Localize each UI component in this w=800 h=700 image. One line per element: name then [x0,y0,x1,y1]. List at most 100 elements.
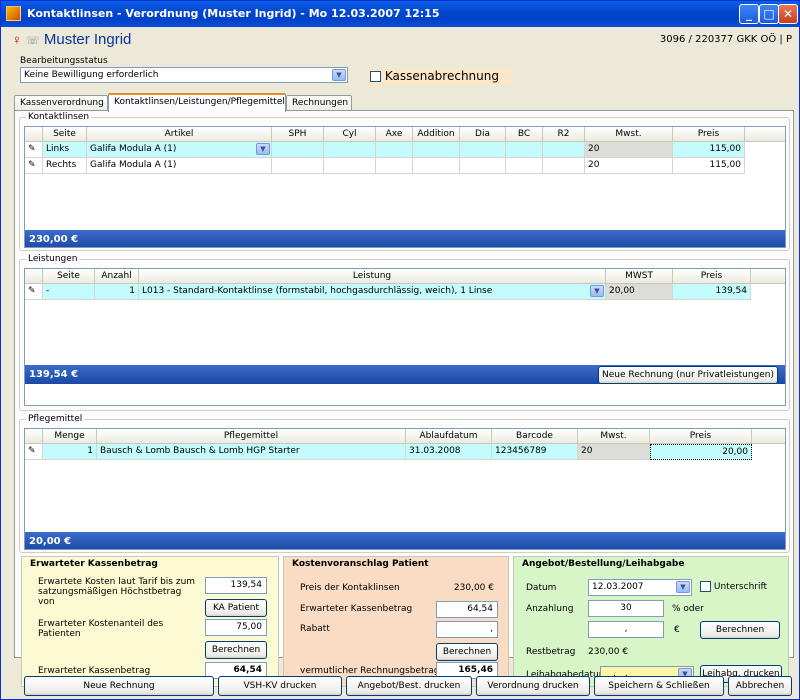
tab-page: Kontaktlinsen Seite Artikel SPH Cyl Axe … [14,110,794,687]
ka-patient-button[interactable]: KA Patient [205,599,267,617]
col-r2[interactable]: R2 [543,127,585,142]
col-preis[interactable]: Preis [650,429,752,444]
kostenanteil-input[interactable]: 75,00 [205,619,267,636]
col-addition[interactable]: Addition [413,127,460,142]
pencil-icon: ✎ [25,284,43,300]
cell-pflegemittel[interactable]: Bausch & Lomb Bausch & Lomb HGP Starter [97,444,406,460]
restbetrag-value: 230,00 € [588,647,629,657]
maximize-button[interactable]: □ [759,4,779,24]
col-seite[interactable]: Seite [43,269,95,284]
col-anzahl[interactable]: Anzahl [95,269,139,284]
col-cyl[interactable]: Cyl [324,127,376,142]
cell-leistung[interactable]: L013 - Standard-Kontaktlinse (formstabil… [139,284,606,300]
female-icon: ♀ [12,32,22,47]
main-window: Kontaktlinsen - Verordnung (Muster Ingri… [0,0,800,700]
cell-anzahl[interactable]: 1 [95,284,139,300]
cell-barcode[interactable]: 123456789 [492,444,578,460]
col-artikel[interactable]: Artikel [87,127,272,142]
col-seite[interactable]: Seite [43,127,87,142]
kostenanteil-label: Erwarteter Kostenanteil des Patienten [38,619,164,639]
pflegemittel-title: Pflegemittel [26,414,85,424]
verordnung-drucken-button[interactable]: Verordnung drucken [476,676,590,696]
chevron-down-icon[interactable]: ▼ [590,285,604,297]
cell-leistung-text: L013 - Standard-Kontaktlinse (formstabil… [142,286,493,296]
angebot-panel: Angebot/Bestellung/Leihabgabe Datum 12.0… [513,556,789,687]
cell-menge[interactable]: 1 [43,444,97,460]
checkbox-box[interactable] [700,581,711,592]
cell-artikel[interactable]: Galifa Modula A (1) [87,158,272,174]
cell-ablaufdatum[interactable]: 31.03.2008 [406,444,492,460]
kv-kassenbetrag-label: Erwarteter Kassenbetrag [300,604,413,614]
cell-preis[interactable]: 115,00 [673,158,745,174]
col-ablaufdatum[interactable]: Ablaufdatum [406,429,492,444]
tarif-input[interactable]: 139,54 [205,577,267,594]
kassenabrechnung-checkbox[interactable]: Kassenabrechnung [368,68,512,85]
preis-kl-label: Preis der Kontaklinsen [300,583,400,593]
datum-picker[interactable]: 12.03.2007 ▼ [588,579,692,596]
close-button[interactable]: ✕ [778,4,798,24]
col-preis[interactable]: Preis [673,127,745,142]
kv-kassenbetrag-input[interactable]: 64,54 [436,601,498,618]
datum-value: 12.03.2007 [592,582,644,592]
minimize-button[interactable]: _ [739,4,759,24]
col-preis[interactable]: Preis [673,269,751,284]
patient-name: Muster Ingrid [43,31,132,48]
angebot-drucken-button[interactable]: Angebot/Best. drucken [346,676,472,696]
anzahlung-input[interactable]: 30 [588,600,664,617]
tab-kontaktlinsen[interactable]: Kontaktlinsen/Leistungen/Pflegemittel [108,93,286,112]
col-bc[interactable]: BC [506,127,543,142]
cell-preis[interactable]: 139,54 [673,284,751,300]
cell-seite[interactable]: - [43,284,95,300]
col-axe[interactable]: Axe [376,127,413,142]
rabatt-input[interactable]: , [436,621,498,638]
phone-icon: ☏ [25,35,40,47]
leistungen-group: Leistungen Seite Anzahl Leistung MWST Pr… [19,254,790,411]
leistungen-title: Leistungen [26,254,80,264]
cell-seite[interactable]: Rechts [43,158,87,174]
col-sph[interactable]: SPH [272,127,324,142]
chevron-down-icon[interactable]: ▼ [256,143,270,155]
col-mwst[interactable]: Mwst. [585,127,673,142]
tab-kassenverordnung[interactable]: Kassenverordnung [14,95,108,111]
vsh-kv-drucken-button[interactable]: VSH-KV drucken [218,676,342,696]
cell-preis[interactable]: 20,00 [650,444,752,460]
rabatt-label: Rabatt [300,624,330,634]
leistungen-grid[interactable]: Seite Anzahl Leistung MWST Preis ✎ - 1 L… [24,268,786,406]
tab-rechnungen[interactable]: Rechnungen [286,95,352,111]
chevron-down-icon[interactable]: ▼ [332,69,346,81]
grid-header: Seite Anzahl Leistung MWST Preis [25,269,785,284]
berechnen-button-1[interactable]: Berechnen [205,641,267,659]
unterschrift-checkbox[interactable]: Unterschrift [700,581,767,592]
kontaktlinsen-title: Kontaktlinsen [26,112,92,122]
abbrechen-button[interactable]: Abbrechen [728,676,792,696]
pflegemittel-total: 20,00 € [25,532,785,549]
berechnen-button-2[interactable]: Berechnen [436,643,498,661]
cell-mwst: 20 [585,142,673,158]
neue-rechnung-button[interactable]: Neue Rechnung [24,676,214,696]
cell-preis[interactable]: 115,00 [673,142,745,158]
checkbox-box[interactable] [370,71,381,82]
restbetrag-label: Restbetrag [526,647,576,657]
cell-artikel[interactable]: Galifa Modula A (1) ▼ [87,142,272,158]
col-menge[interactable]: Menge [43,429,97,444]
pflegemittel-grid[interactable]: Menge Pflegemittel Ablaufdatum Barcode M… [24,428,786,550]
title-bar[interactable]: Kontaktlinsen - Verordnung (Muster Ingri… [1,1,799,27]
cell-seite[interactable]: Links [43,142,87,158]
col-mwst[interactable]: MWST [606,269,673,284]
col-pflegemittel[interactable]: Pflegemittel [97,429,406,444]
berechnen-button-3[interactable]: Berechnen [700,621,780,639]
kontaktlinsen-grid[interactable]: Seite Artikel SPH Cyl Axe Addition Dia B… [24,126,786,248]
neue-rechnung-privat-button[interactable]: Neue Rechnung (nur Privatleistungen) [598,366,778,384]
anzahlung-euro-input[interactable]: , [588,621,664,638]
col-mwst[interactable]: Mwst. [578,429,650,444]
euro-label: € [674,625,680,635]
anzahlung-label: Anzahlung [526,604,574,614]
speichern-schliessen-button[interactable]: Speichern & Schließen [594,676,724,696]
status-label: Bearbeitungsstatus [20,56,108,66]
col-barcode[interactable]: Barcode [492,429,578,444]
col-leistung[interactable]: Leistung [139,269,606,284]
col-dia[interactable]: Dia [460,127,506,142]
prozent-label: % oder [672,604,704,614]
status-combo[interactable]: Keine Bewilligung erforderlich ▼ [20,67,348,83]
chevron-down-icon[interactable]: ▼ [676,581,690,593]
